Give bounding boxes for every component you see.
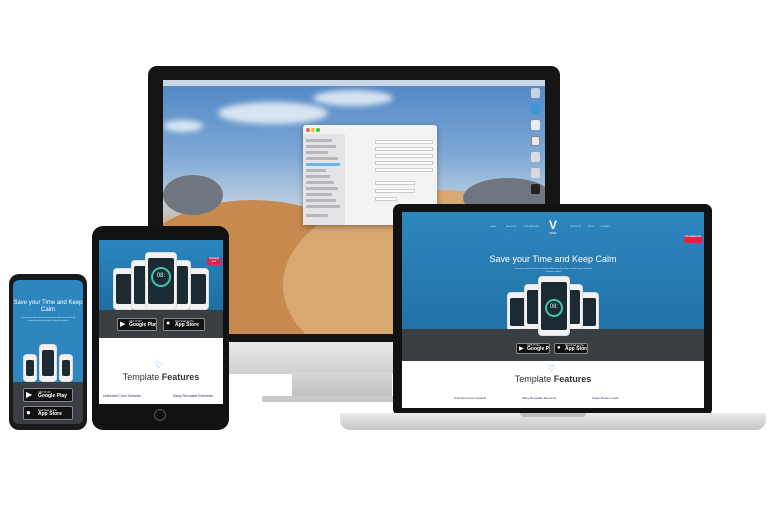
app-sidebar [303, 134, 345, 225]
play-icon: ▶ [26, 390, 33, 399]
feature-item: Many Reusable Elements [173, 394, 213, 398]
purchase-badge[interactable]: PURCHASE NOW [684, 236, 702, 243]
play-icon: ▶ [519, 346, 524, 352]
nav-products[interactable]: PRODUCTS [570, 226, 581, 228]
nav-contact[interactable]: CONTACT [600, 226, 610, 228]
google-play-button[interactable]: ▶ GET IT ON Google Play [117, 318, 157, 331]
hero-title: Save your Time and Keep Calm [489, 254, 617, 264]
apple-icon: ● [26, 408, 31, 417]
phone-mockup [23, 354, 37, 382]
clip-icon[interactable] [531, 136, 540, 146]
cloud-shape [163, 120, 203, 132]
phone-mockup: 08: [145, 252, 177, 310]
laptop-website: HOME ABOUT US OUR SERVICES V VIDEX PRODU… [402, 212, 704, 408]
sidebar-item[interactable] [306, 175, 330, 178]
zoom-icon[interactable] [316, 128, 320, 132]
sidebar-item[interactable] [306, 187, 338, 190]
imac-stand [292, 372, 392, 398]
cloud-shape [218, 102, 328, 124]
laptop-notch [520, 413, 586, 417]
document-icon[interactable] [531, 152, 540, 162]
home-button[interactable] [154, 409, 166, 421]
app-store-button[interactable]: ● Download on the App Store [163, 318, 205, 331]
nav-services[interactable]: OUR SERVICES [524, 226, 539, 228]
purchase-badge[interactable]: PURCHASE NOW [207, 258, 221, 265]
apple-icon: ● [166, 320, 171, 327]
sidebar-item[interactable] [306, 151, 328, 154]
nav-home[interactable]: HOME [490, 226, 496, 228]
ip-address-field[interactable] [375, 161, 433, 165]
nav-about[interactable]: ABOUT US [506, 226, 516, 228]
sidebar-item[interactable] [306, 145, 336, 148]
phone-mockup [59, 354, 73, 382]
heart-icon: ♡ [548, 364, 556, 373]
ip-address-field[interactable] [375, 147, 433, 151]
nav-blog[interactable]: BLOG [588, 226, 594, 228]
logo[interactable]: V [540, 218, 566, 232]
cloud-shape [313, 90, 393, 106]
hero-title: Save your Time and Keep Calm [13, 300, 83, 313]
close-icon[interactable] [306, 128, 310, 132]
drive-icon[interactable] [531, 88, 540, 98]
feature-item: Unlimited Color Variants [103, 394, 141, 398]
feature-item: Many Reusable Elements [522, 396, 557, 400]
timer-text: 08: [156, 273, 166, 279]
sidebar-item[interactable] [306, 169, 326, 172]
app-store-button[interactable]: ● Download on the App Store [554, 343, 588, 354]
feature-item: Clean Modern Code [592, 396, 619, 400]
sidebar-item[interactable] [306, 199, 336, 202]
sidebar-item[interactable] [306, 181, 334, 184]
minimize-icon[interactable] [311, 128, 315, 132]
features-title: Template Features [514, 374, 592, 384]
hero-subtitle: Lorem ipsum dolor sit amet consectetur a… [20, 317, 76, 322]
ttl-field[interactable] [375, 189, 415, 193]
host-name-field[interactable] [375, 140, 433, 144]
app-store-button[interactable]: ● Download on the App Store [23, 406, 73, 420]
hero-subtitle: Lorem ipsum dolor sit amet consectetur a… [513, 268, 593, 273]
google-play-button[interactable]: ▶ GET IT ON Google Play [23, 388, 73, 402]
phone-website: Save your Time and Keep Calm Lorem ipsum… [13, 280, 83, 424]
heart-icon: ♡ [155, 360, 164, 370]
document-icon[interactable] [531, 120, 540, 130]
sidebar-item-selected[interactable] [306, 163, 340, 166]
logo-text: VIDEX [549, 232, 557, 235]
phone-mockup [39, 344, 57, 382]
hero-section: PURCHASE NOW 08: [99, 240, 223, 310]
store-band: ▶ GET IT ON Google Play ● Download on th… [99, 310, 223, 338]
ip-address-field[interactable] [375, 168, 433, 172]
app-icon[interactable] [531, 184, 540, 194]
sidebar-item[interactable] [306, 214, 328, 217]
store-band: ▶ GET IT ON Google Play ● Download on th… [13, 382, 83, 424]
google-play-button[interactable]: ▶ GET IT ON Google Play [516, 343, 550, 354]
document-icon[interactable] [531, 168, 540, 178]
features-title: Template Features [122, 372, 200, 382]
sidebar-item[interactable] [306, 193, 332, 196]
feature-item: Unlimited Color Variants [454, 396, 487, 400]
phone-mockup: 08: [538, 276, 570, 336]
tablet-website: PURCHASE NOW 08: ▶ GET IT ON Google Play… [99, 240, 223, 404]
ttl-field[interactable] [375, 181, 415, 185]
mountain-shape [163, 175, 223, 215]
folder-icon[interactable] [531, 104, 540, 114]
play-icon: ▶ [120, 321, 126, 328]
sidebar-item[interactable] [306, 205, 340, 208]
sidebar-item[interactable] [306, 139, 332, 142]
status-field[interactable] [375, 197, 397, 201]
apple-icon: ● [557, 345, 561, 351]
timer-text: 08: [549, 304, 559, 310]
mac-menubar [163, 80, 545, 86]
sidebar-item[interactable] [306, 157, 338, 160]
ip-address-field[interactable] [375, 154, 433, 158]
